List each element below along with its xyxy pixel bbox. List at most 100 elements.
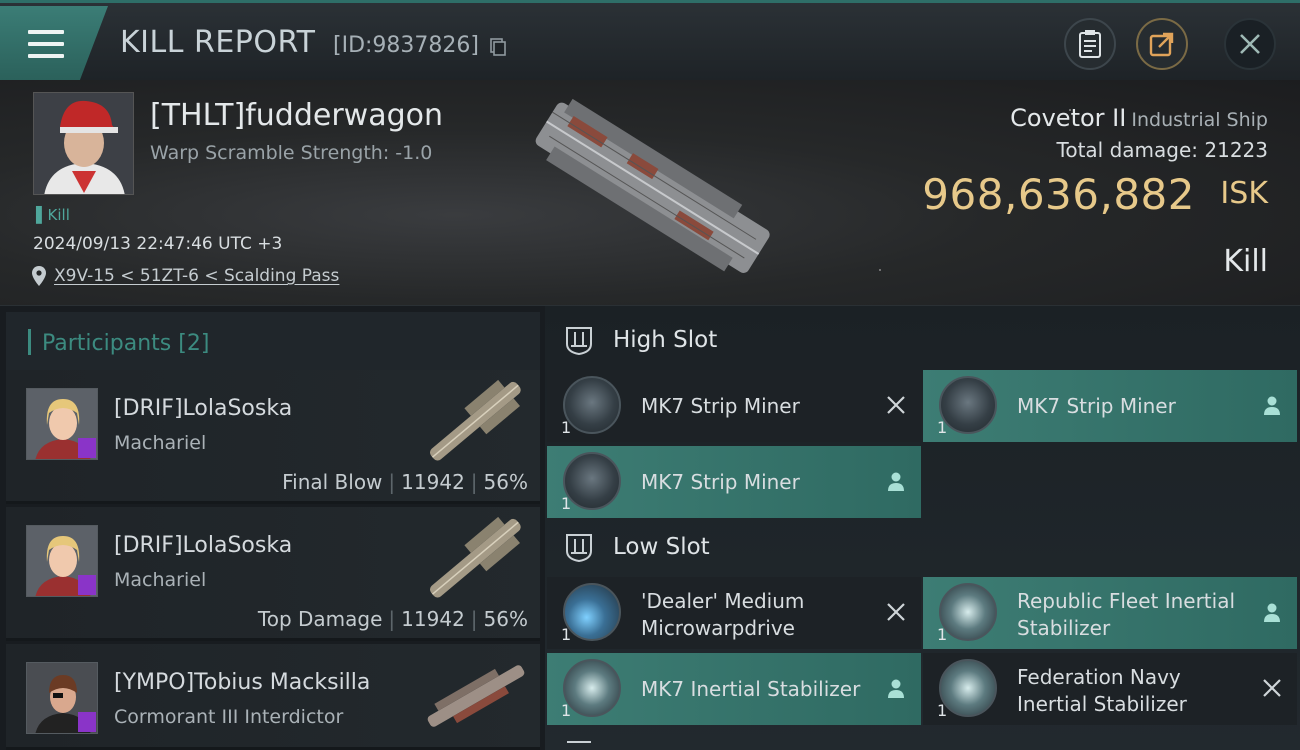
inertial-stabilizer-icon [939, 659, 997, 717]
module-name: Republic Fleet Inertial Stabilizer [1017, 589, 1236, 640]
module-name: Federation Navy Inertial Stabilizer [1017, 665, 1187, 716]
strip-miner-icon [563, 452, 621, 510]
victim-portrait[interactable] [33, 92, 134, 195]
x-mark-icon [1263, 679, 1281, 697]
corp-badge [78, 438, 96, 458]
participant-stats: Final Blow | 11942 | 56% [282, 470, 528, 494]
module-item[interactable]: 1 MK7 Inertial Stabilizer [547, 653, 921, 725]
participant-percent: 56% [483, 607, 528, 631]
module-quantity: 1 [561, 418, 572, 437]
participant-name[interactable]: [DRIF]LolaSoska [114, 533, 292, 558]
timestamp: 2024/09/13 22:47:46 UTC +3 [33, 234, 283, 254]
total-damage: Total damage: 21223 [1057, 138, 1268, 162]
page-title: KILL REPORT [120, 25, 316, 60]
corp-badge [78, 575, 96, 595]
ship-name[interactable]: Covetor II [1010, 104, 1126, 132]
person-icon [1264, 396, 1280, 415]
module-item[interactable]: 1 MK7 Strip Miner [547, 446, 921, 518]
participant-damage: 11942 [401, 470, 465, 494]
strip-miner-icon [939, 376, 997, 434]
isk-unit: ISK [1220, 176, 1268, 211]
module-name: MK7 Inertial Stabilizer [641, 677, 861, 701]
participant-ship-image [430, 379, 521, 461]
ship-class: Industrial Ship [1131, 109, 1268, 131]
participant-row[interactable]: [YMPO]Tobius Macksilla Cormorant III Int… [6, 644, 540, 750]
report-id: [ID:9837826] [333, 33, 479, 58]
slot-icon [566, 534, 592, 563]
location-pin-icon [32, 266, 46, 286]
fittings-panel: High Slot 1 MK7 Strip Miner 1 MK7 Strip … [545, 306, 1300, 750]
avatar [26, 662, 98, 734]
module-item[interactable]: 1 Federation Navy Inertial Stabilizer [923, 653, 1297, 725]
module-item[interactable]: 1 MK7 Strip Miner [547, 370, 921, 442]
participant-ship-image [427, 665, 525, 727]
participant-damage: 11942 [401, 607, 465, 631]
microwarpdrive-icon [563, 583, 621, 641]
participant-ship: Machariel [114, 569, 207, 591]
module-quantity: 1 [937, 418, 948, 437]
copy-icon[interactable] [490, 38, 506, 56]
close-button[interactable] [1224, 18, 1276, 70]
share-icon [1149, 32, 1174, 57]
module-name: MK7 Strip Miner [641, 394, 800, 418]
low-slot-header: Low Slot [545, 517, 1300, 577]
corp-badge [78, 712, 96, 732]
menu-button[interactable] [0, 6, 108, 80]
x-mark-icon [887, 603, 905, 621]
high-slot-header: High Slot [545, 310, 1300, 370]
kill-tag: ▌Kill [36, 206, 70, 224]
module-item[interactable]: 1 MK7 Strip Miner [923, 370, 1297, 442]
location-link[interactable]: X9V-15 < 51ZT-6 < Scalding Pass [54, 266, 339, 286]
x-mark-icon [887, 396, 905, 414]
participants-count: [2] [178, 331, 210, 356]
participant-ship: Machariel [114, 432, 207, 454]
participant-ship-image [430, 516, 521, 598]
close-icon [1240, 34, 1260, 54]
person-icon [888, 472, 904, 491]
total-damage-value: 21223 [1204, 138, 1268, 162]
module-quantity: 1 [561, 701, 572, 720]
participants-label: Participants [42, 331, 172, 356]
share-button[interactable] [1136, 18, 1188, 70]
hamburger-icon [28, 30, 64, 58]
slot-icon [567, 741, 591, 743]
low-slot-title: Low Slot [613, 534, 710, 560]
module-item[interactable]: 1 Republic Fleet Inertial Stabilizer [923, 577, 1297, 649]
avatar [26, 388, 98, 460]
participant-name[interactable]: [YMPO]Tobius Macksilla [114, 670, 370, 695]
next-slot-header-partial [545, 734, 1300, 750]
participant-role: Final Blow [282, 470, 383, 494]
participant-row[interactable]: [DRIF]LolaSoska Machariel Top Damage | 119… [6, 507, 540, 641]
victim-name[interactable]: [THLT]fudderwagon [150, 98, 443, 133]
strip-miner-icon [563, 376, 621, 434]
high-slot-title: High Slot [613, 327, 718, 353]
person-icon [888, 679, 904, 698]
module-item[interactable]: 1 'Dealer' Medium Microwarpdrive [547, 577, 921, 649]
inertial-stabilizer-icon [563, 659, 621, 717]
module-quantity: 1 [937, 625, 948, 644]
module-quantity: 1 [561, 625, 572, 644]
inertial-stabilizer-icon [939, 583, 997, 641]
top-bar: KILL REPORT [ID:9837826] [0, 0, 1300, 80]
participant-ship: Cormorant III Interdictor [114, 706, 344, 728]
participants-panel: Participants [2] [DRIF]LolaSoska Machari… [0, 306, 545, 750]
module-name: 'Dealer' Medium Microwarpdrive [641, 589, 805, 640]
module-name: MK7 Strip Miner [1017, 394, 1176, 418]
participant-stats: Top Damage | 11942 | 56% [257, 607, 528, 631]
victim-ship-type: Covetor II Industrial Ship [1010, 104, 1268, 132]
participant-name[interactable]: [DRIF]LolaSoska [114, 396, 292, 421]
person-icon [1264, 603, 1280, 622]
clipboard-button[interactable] [1064, 18, 1116, 70]
result-label: Kill [1223, 244, 1268, 279]
module-quantity: 1 [937, 701, 948, 720]
warp-scramble-strength: Warp Scramble Strength: -1.0 [150, 142, 433, 164]
slot-icon [566, 327, 592, 356]
participant-percent: 56% [483, 470, 528, 494]
participant-row[interactable]: [DRIF]LolaSoska Machariel Final Blow | 119… [6, 370, 540, 504]
clipboard-icon [1079, 30, 1101, 58]
module-name: MK7 Strip Miner [641, 470, 800, 494]
isk-value: 968,636,882 [922, 170, 1195, 219]
victim-ship-image [535, 98, 770, 273]
participants-header: Participants [2] [6, 312, 540, 370]
avatar [26, 525, 98, 597]
